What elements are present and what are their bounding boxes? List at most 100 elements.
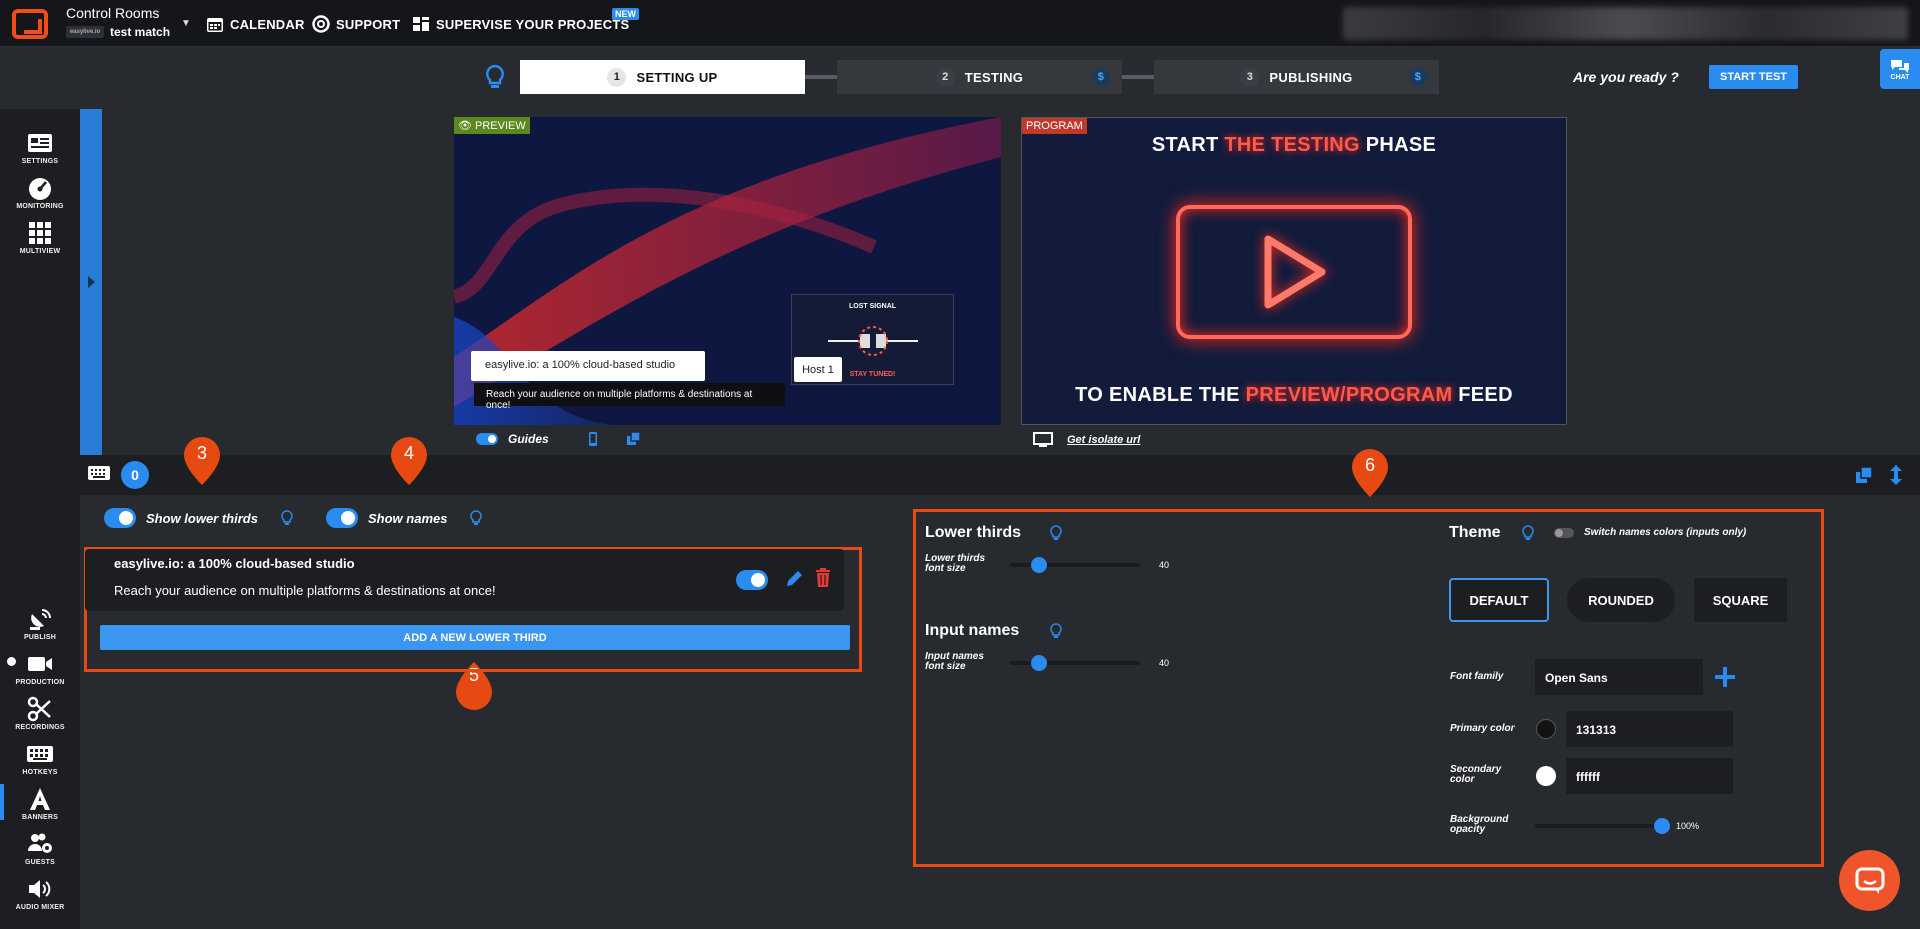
preview-tag: 👁 PREVIEW	[454, 117, 530, 134]
switch-names-colors-label: Switch names colors (inputs only)	[1584, 527, 1747, 538]
user-account-area[interactable]	[1343, 7, 1908, 40]
nav-supervise[interactable]: SUPERVISE YOUR PROJECTS	[412, 15, 629, 33]
sidebar-item-recordings[interactable]: RECORDINGS	[0, 696, 80, 731]
slider-knob[interactable]	[1030, 557, 1047, 573]
slider-knob[interactable]	[1654, 818, 1670, 834]
resize-vertical-icon[interactable]	[1890, 465, 1902, 485]
show-lower-thirds-toggle[interactable]	[104, 508, 136, 528]
lightbulb-icon[interactable]	[1521, 525, 1535, 541]
guides-toggle[interactable]	[476, 433, 498, 445]
copy-icon[interactable]	[1856, 467, 1872, 483]
expand-panel-button[interactable]	[80, 109, 102, 455]
step-publishing[interactable]: 3 PUBLISHING $	[1154, 60, 1439, 94]
lower-third-item[interactable]: easylive.io: a 100% cloud-based studio R…	[85, 549, 844, 611]
program-footline-highlight: PREVIEW/PROGRAM	[1245, 384, 1453, 406]
background-opacity-label: Background opacity	[1450, 815, 1508, 835]
preview-tag-label: PREVIEW	[475, 120, 526, 132]
start-test-button[interactable]: START TEST	[1709, 65, 1798, 89]
sidebar-item-hotkeys[interactable]: HOTKEYS	[0, 741, 80, 776]
lightbulb-icon[interactable]	[484, 64, 506, 90]
app-logo-icon[interactable]	[12, 9, 48, 39]
chat-button[interactable]: CHAT	[1880, 49, 1920, 89]
sidebar-item-banners[interactable]: BANNERS	[0, 786, 80, 821]
chat-bubbles-icon	[1891, 59, 1909, 73]
lightbulb-icon[interactable]	[469, 510, 483, 526]
show-names-toggle[interactable]	[326, 508, 358, 528]
step-number: 3	[1240, 67, 1260, 87]
pencil-icon[interactable]	[784, 569, 804, 589]
font-family-label: Font family	[1450, 671, 1504, 682]
program-headline-a: START	[1151, 134, 1225, 156]
primary-color-swatch[interactable]	[1536, 719, 1556, 739]
sidebar-item-guests[interactable]: GUESTS	[0, 831, 80, 866]
annotation-marker-4: 4	[389, 435, 429, 487]
slider-knob[interactable]	[1030, 655, 1047, 671]
secondary-color-field[interactable]: ffffff	[1566, 758, 1733, 794]
theme-rounded-button[interactable]: ROUNDED	[1567, 578, 1675, 622]
lightbulb-icon[interactable]	[280, 510, 294, 526]
step-label: PUBLISHING	[1269, 69, 1353, 85]
step-label: SETTING UP	[636, 69, 718, 85]
dashboard-icon	[413, 17, 429, 31]
sidebar-item-audio-mixer[interactable]: AUDIO MIXER	[0, 876, 80, 911]
primary-color-field[interactable]: 131313	[1566, 711, 1733, 747]
secondary-color-label-2: color	[1450, 774, 1475, 785]
sidebar-item-multiview[interactable]: MULTIVIEW	[0, 220, 80, 255]
mobile-icon[interactable]	[587, 432, 599, 446]
secondary-color-swatch[interactable]	[1536, 766, 1556, 786]
keyboard-icon[interactable]	[88, 466, 110, 480]
program-headline: START THE TESTING PHASE	[1021, 134, 1567, 157]
sidebar-item-label: MULTIVIEW	[19, 248, 61, 255]
settings-icon	[28, 134, 52, 152]
gauge-icon	[29, 178, 51, 200]
nav-calendar[interactable]: CALENDAR	[206, 15, 305, 33]
hotkey-counter-badge[interactable]: 0	[121, 461, 149, 489]
add-lower-third-button[interactable]: ADD A NEW LOWER THIRD	[100, 625, 850, 650]
background-opacity-value: 100%	[1676, 821, 1700, 831]
plus-icon[interactable]	[1713, 665, 1737, 689]
theme-square-button[interactable]: SQUARE	[1694, 578, 1787, 622]
sidebar-item-label: BANNERS	[21, 814, 58, 821]
speaker-icon	[29, 880, 51, 898]
sidebar-item-publish[interactable]: PUBLISH	[0, 606, 80, 641]
lost-signal-text: LOST SIGNAL	[848, 303, 897, 310]
step-setting-up[interactable]: 1 SETTING UP	[520, 60, 805, 94]
lightbulb-icon[interactable]	[1049, 623, 1063, 639]
sidebar-item-label: MONITORING	[16, 203, 64, 210]
copy-icon[interactable]	[626, 432, 641, 446]
sidebar-item-settings[interactable]: SETTINGS	[0, 130, 80, 165]
background-opacity-slider[interactable]	[1535, 818, 1670, 834]
trash-icon[interactable]	[815, 568, 831, 588]
sidebar-item-production[interactable]: PRODUCTION	[0, 651, 80, 686]
app-title: Control Rooms	[66, 5, 160, 21]
sidebar-item-monitoring[interactable]: MONITORING	[0, 175, 80, 210]
annotation-marker-3: 3	[182, 435, 222, 487]
chat-label: CHAT	[1890, 73, 1910, 81]
switch-names-colors-toggle[interactable]	[1554, 527, 1574, 538]
input-font-size-slider[interactable]	[1010, 655, 1140, 671]
lightbulb-icon[interactable]	[1049, 525, 1063, 541]
program-headline-c: PHASE	[1359, 134, 1437, 156]
step-connector	[1122, 75, 1154, 79]
monitor-icon	[1033, 432, 1053, 447]
lower-third-visibility-toggle[interactable]	[736, 570, 768, 590]
nav-supervise-label: SUPERVISE YOUR PROJECTS	[436, 16, 630, 32]
sidebar-item-label: HOTKEYS	[22, 769, 58, 776]
input-names-heading: Input names	[925, 622, 1020, 639]
font-family-field[interactable]: Open Sans	[1535, 659, 1703, 695]
step-testing[interactable]: 2 TESTING $	[837, 60, 1122, 94]
switch-names-colors-row: Switch names colors (inputs only)	[1554, 527, 1746, 538]
support-chat-button[interactable]	[1839, 850, 1900, 911]
keyboard-icon	[27, 746, 53, 762]
isolate-url-link[interactable]: Get isolate url	[1033, 432, 1140, 448]
lifebuoy-icon	[312, 15, 330, 33]
show-names-label: Show names	[368, 510, 448, 526]
nav-support[interactable]: SUPPORT	[312, 15, 400, 33]
lt-font-size-slider[interactable]	[1010, 557, 1140, 573]
project-selector[interactable]: easylive.io test match	[66, 25, 170, 39]
chevron-down-icon[interactable]: ▼	[181, 18, 191, 29]
input-font-size-value: 40	[1159, 658, 1170, 668]
sidebar-item-label: RECORDINGS	[15, 724, 65, 731]
project-name: test match	[110, 25, 171, 39]
theme-default-button[interactable]: DEFAULT	[1449, 578, 1549, 622]
